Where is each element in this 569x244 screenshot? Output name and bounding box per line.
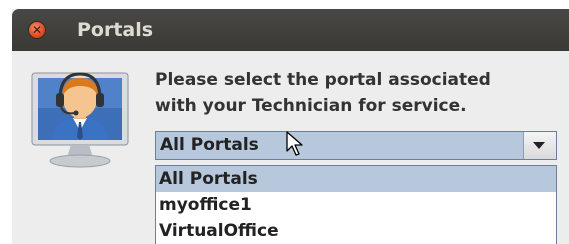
close-icon: ✕ [31,23,43,37]
portal-option-myoffice1[interactable]: myoffice1 [156,192,556,218]
portal-select-value: All Portals [160,135,259,155]
window-title: Portals [77,19,154,41]
portal-prompt-text: Please select the portal associated with… [155,70,491,116]
portal-options-list[interactable]: All Portals myoffice1 VirtualOffice [155,165,557,244]
chevron-down-icon [533,142,545,149]
close-button[interactable]: ✕ [29,22,45,38]
portal-option-virtualoffice[interactable]: VirtualOffice [156,218,556,244]
portal-select[interactable]: All Portals [155,131,557,160]
support-agent-headset-icon [29,71,131,169]
mouse-pointer-icon [286,131,303,156]
dropdown-arrow-button[interactable] [523,132,556,159]
portal-option-all-portals[interactable]: All Portals [156,166,556,192]
title-bar[interactable]: ✕ Portals [12,9,569,51]
portals-dialog: ✕ Portals Please select the portal assoc… [12,9,569,244]
